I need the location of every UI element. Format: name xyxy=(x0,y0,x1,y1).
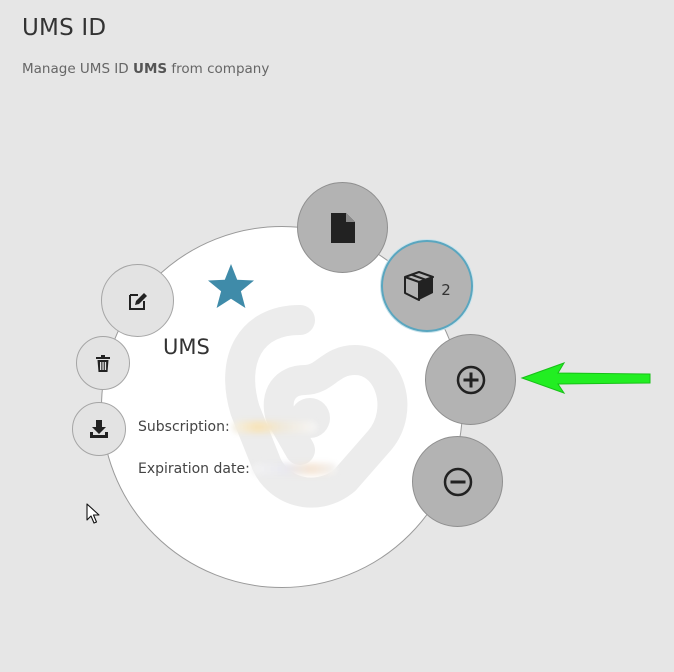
package-count-badge: 2 xyxy=(441,281,451,299)
delete-button[interactable] xyxy=(76,336,130,390)
organization-name: UMS xyxy=(163,335,210,359)
expiration-label: Expiration date: xyxy=(138,461,250,477)
remove-button[interactable] xyxy=(412,436,503,527)
subscription-row: Subscription: xyxy=(138,419,317,435)
download-icon xyxy=(90,420,108,438)
edit-icon xyxy=(128,292,147,310)
subscription-value-redacted xyxy=(231,421,317,433)
packages-button[interactable]: 2 xyxy=(381,240,473,332)
mouse-cursor-icon xyxy=(86,503,100,524)
document-button[interactable] xyxy=(297,182,388,273)
download-button[interactable] xyxy=(72,402,126,456)
subtitle-organization: UMS xyxy=(132,61,168,77)
brand-logo-watermark xyxy=(225,305,408,508)
subtitle-prefix: Manage UMS ID xyxy=(22,61,133,77)
expiration-row: Expiration date: xyxy=(138,461,337,477)
file-icon xyxy=(330,212,355,243)
trash-icon xyxy=(96,354,110,372)
minus-circle-icon xyxy=(443,467,472,496)
subtitle-suffix: from company xyxy=(167,61,270,77)
edit-button[interactable] xyxy=(101,264,174,337)
plus-circle-icon xyxy=(456,365,485,394)
annotation-arrow-icon xyxy=(520,362,651,394)
subscription-label: Subscription: xyxy=(138,419,230,435)
page-title: UMS ID xyxy=(22,15,107,41)
expiration-value-redacted xyxy=(251,463,337,475)
page-subtitle: Manage UMS ID UMS from company xyxy=(22,61,269,77)
package-icon xyxy=(404,271,435,301)
favorite-star-icon[interactable] xyxy=(207,263,255,309)
add-button[interactable] xyxy=(425,334,516,425)
